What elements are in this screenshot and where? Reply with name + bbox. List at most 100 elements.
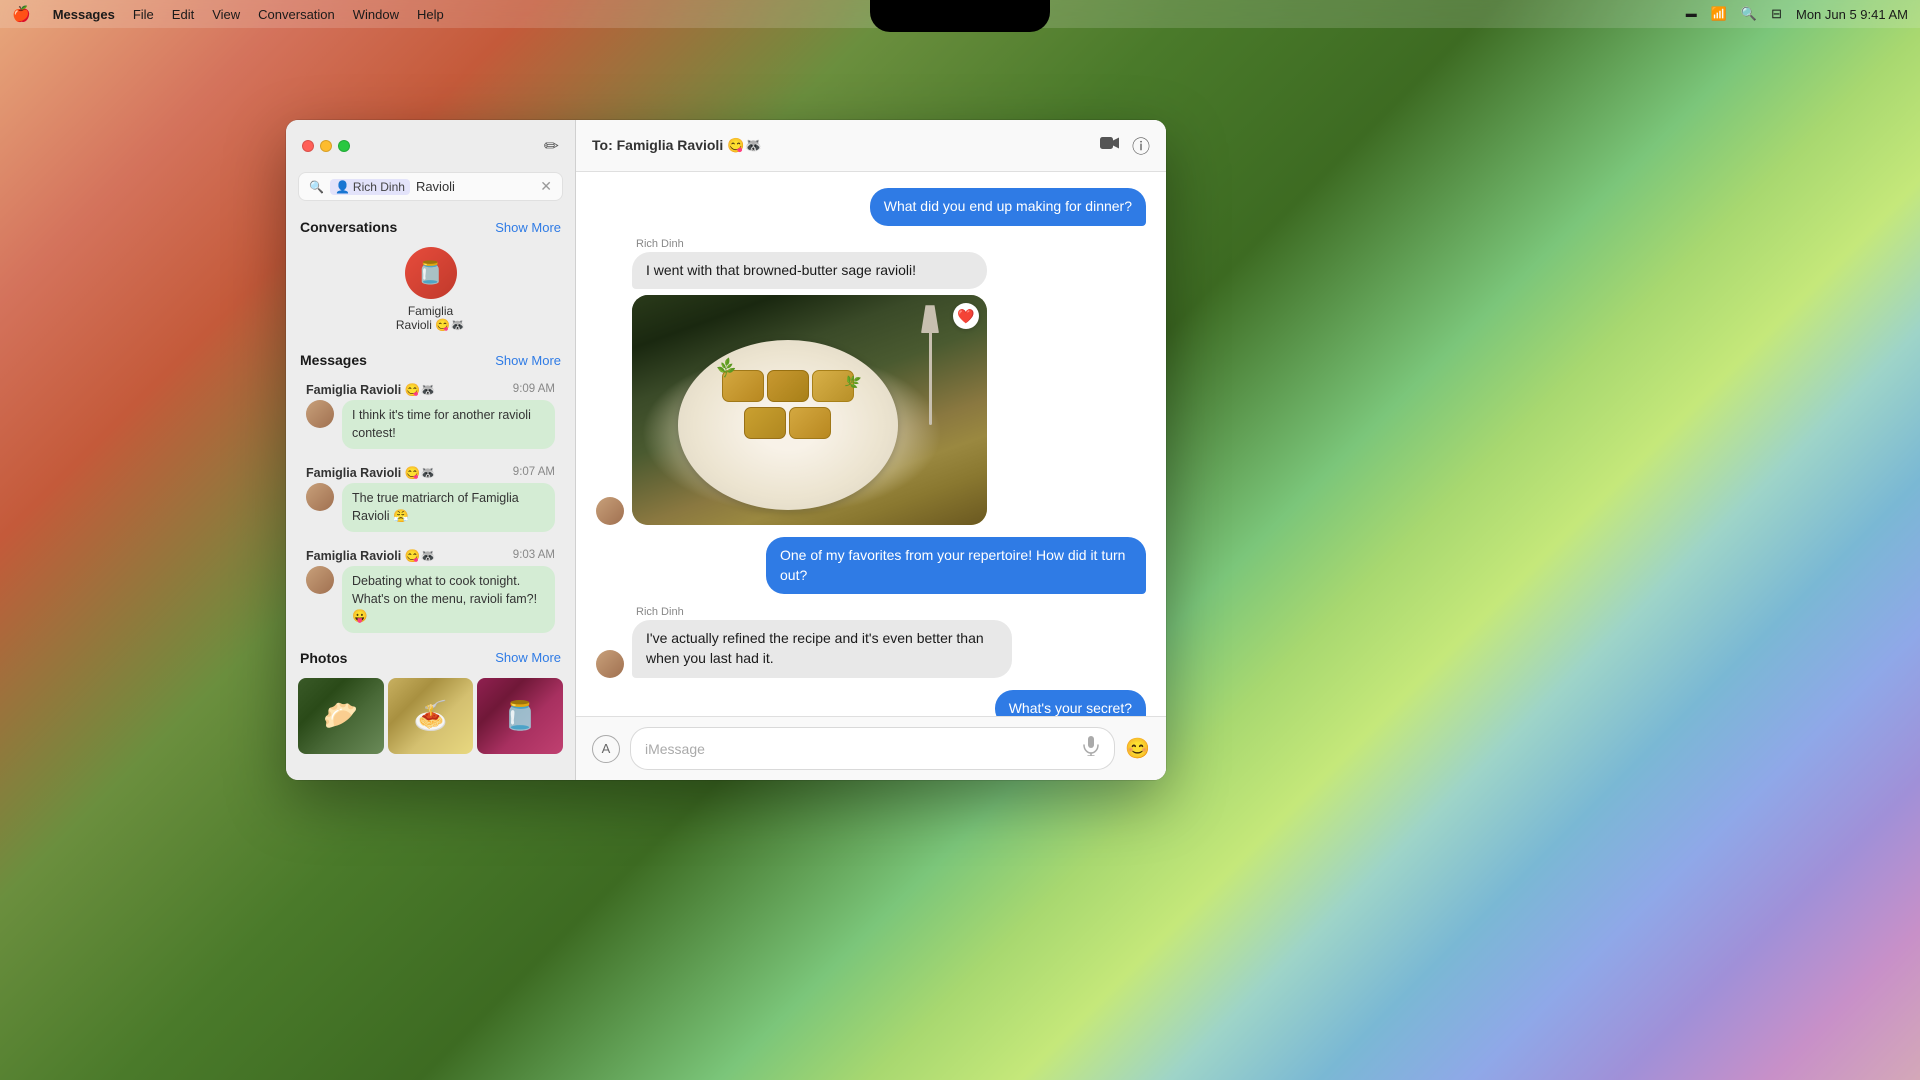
sidebar-content: Conversations Show More 🫙 Famiglia Ravio… (286, 211, 575, 780)
message-result-2-header: Famiglia Ravioli 😋🦝 9:07 AM (306, 466, 555, 481)
result-1-avatar (306, 400, 334, 428)
apps-button[interactable]: A (592, 735, 620, 763)
chat-title: To: Famiglia Ravioli 😋🦝 (592, 137, 1100, 154)
emoji-button[interactable]: 😊 (1125, 736, 1150, 761)
result-3-row: Debating what to cook tonight. What's on… (306, 566, 555, 633)
messages-show-more[interactable]: Show More (495, 353, 561, 368)
message-result-3-header: Famiglia Ravioli 😋🦝 9:03 AM (306, 549, 555, 564)
chat-header: To: Famiglia Ravioli 😋🦝 ⓘ (576, 120, 1166, 172)
conversation-famiglia[interactable]: 🫙 Famiglia Ravioli 😋🦝 (286, 241, 575, 344)
result-1-group: Famiglia Ravioli 😋🦝 (306, 383, 436, 398)
photo-thumb-1[interactable]: 🥟 (298, 678, 384, 754)
maximize-button[interactable] (338, 140, 350, 152)
message-result-1-header: Famiglia Ravioli 😋🦝 9:09 AM (306, 383, 555, 398)
apple-menu[interactable]: 🍎 (12, 5, 31, 23)
menubar-left: 🍎 Messages File Edit View Conversation W… (12, 5, 444, 23)
photo-reaction: ❤️ (953, 303, 979, 329)
recipient-name: Famiglia Ravioli 😋🦝 (617, 137, 762, 153)
sender-label-2: Rich Dinh (632, 238, 987, 250)
message-content-received-2: Rich Dinh I went with that browned-butte… (632, 238, 987, 526)
chat-header-actions: ⓘ (1100, 133, 1150, 159)
messages-area[interactable]: What did you end up making for dinner? R… (576, 172, 1166, 716)
message-row-sent-1: What did you end up making for dinner? (596, 188, 1146, 226)
photo-thumb-2[interactable]: 🍝 (388, 678, 474, 754)
message-row-received-4: Rich Dinh I've actually refined the reci… (596, 606, 1146, 677)
audio-input-button[interactable] (1082, 736, 1100, 761)
bubble-sent-3: One of my favorites from your repertoire… (766, 537, 1146, 594)
to-label: To: (592, 137, 613, 153)
result-1-row: I think it's time for another ravioli co… (306, 400, 555, 449)
sender-label-4: Rich Dinh (632, 606, 1012, 618)
sidebar: ✏ 🔍 👤 Rich Dinh Ravioli ✕ Conversation (286, 120, 576, 780)
rich-dinh-avatar-1 (596, 497, 624, 525)
menu-window[interactable]: Window (353, 7, 399, 22)
input-placeholder: iMessage (645, 741, 705, 757)
search-tag-label: Rich Dinh (353, 180, 405, 194)
photos-grid: 🥟 🍝 🫙 (286, 672, 575, 760)
conversations-show-more[interactable]: Show More (495, 220, 561, 235)
minimize-button[interactable] (320, 140, 332, 152)
plate: 🌿 🌿 (678, 340, 898, 510)
menubar-right: ▬ 📶 🔍 ⊟ Mon Jun 5 9:41 AM (1686, 6, 1908, 22)
bubble-received-4: I've actually refined the recipe and it'… (632, 620, 1012, 677)
apps-icon: A (602, 741, 611, 756)
search-tag-icon: 👤 (335, 180, 350, 194)
result-2-row: The true matriarch of Famiglia Ravioli 😤 (306, 483, 555, 532)
message-input[interactable]: iMessage (630, 727, 1115, 770)
rich-dinh-avatar-4 (596, 650, 624, 678)
photos-section-header: Photos Show More (286, 642, 575, 672)
message-result-2[interactable]: Famiglia Ravioli 😋🦝 9:07 AM The true mat… (294, 458, 567, 540)
app-name[interactable]: Messages (53, 7, 115, 22)
result-1-bubble: I think it's time for another ravioli co… (342, 400, 555, 449)
message-row-sent-5: What's your secret? (596, 690, 1146, 716)
info-button[interactable]: ⓘ (1132, 133, 1150, 159)
menu-help[interactable]: Help (417, 7, 444, 22)
datetime: Mon Jun 5 9:41 AM (1796, 7, 1908, 22)
notch (870, 0, 1050, 32)
message-content-sent-3: One of my favorites from your repertoire… (766, 537, 1146, 594)
search-bar: 🔍 👤 Rich Dinh Ravioli ✕ (286, 172, 575, 211)
bubble-sent-1: What did you end up making for dinner? (870, 188, 1146, 226)
result-1-avatar-img (306, 400, 334, 428)
menu-conversation[interactable]: Conversation (258, 7, 335, 22)
result-3-avatar (306, 566, 334, 594)
bubble-received-2: I went with that browned-butter sage rav… (632, 252, 987, 290)
message-content-sent-1: What did you end up making for dinner? (870, 188, 1146, 226)
result-2-avatar (306, 483, 334, 511)
video-call-button[interactable] (1100, 136, 1120, 155)
search-clear-button[interactable]: ✕ (540, 178, 552, 195)
messages-window: ✏ 🔍 👤 Rich Dinh Ravioli ✕ Conversation (286, 120, 1166, 780)
message-row-sent-3: One of my favorites from your repertoire… (596, 537, 1146, 594)
close-button[interactable] (302, 140, 314, 152)
search-filter-tag: 👤 Rich Dinh (330, 179, 410, 195)
result-3-time: 9:03 AM (513, 549, 555, 564)
desktop: 🍎 Messages File Edit View Conversation W… (0, 0, 1920, 1080)
menu-view[interactable]: View (212, 7, 240, 22)
message-content-received-4: Rich Dinh I've actually refined the reci… (632, 606, 1012, 677)
sidebar-titlebar: ✏ (286, 120, 575, 172)
result-3-group: Famiglia Ravioli 😋🦝 (306, 549, 436, 564)
group-avatar-icon: 🫙 (417, 260, 444, 286)
photos-show-more[interactable]: Show More (495, 650, 561, 665)
messages-section-header: Messages Show More (286, 344, 575, 374)
conversations-title: Conversations (300, 219, 397, 235)
photo-message[interactable]: 🌿 🌿 ❤️ (632, 295, 987, 525)
search-input[interactable]: Ravioli (416, 179, 534, 194)
chat-panel: To: Famiglia Ravioli 😋🦝 ⓘ (576, 120, 1166, 780)
search-input-container[interactable]: 🔍 👤 Rich Dinh Ravioli ✕ (298, 172, 563, 201)
group-name: Famiglia Ravioli 😋🦝 (396, 304, 465, 332)
group-avatar: 🫙 (405, 247, 457, 299)
control-center-icon[interactable]: ⊟ (1771, 6, 1782, 22)
photo-thumb-3[interactable]: 🫙 (477, 678, 563, 754)
compose-button[interactable]: ✏ (544, 136, 559, 157)
search-menubar-icon[interactable]: 🔍 (1741, 6, 1757, 22)
result-2-avatar-img (306, 483, 334, 511)
message-result-1[interactable]: Famiglia Ravioli 😋🦝 9:09 AM I think it's… (294, 375, 567, 457)
message-result-3[interactable]: Famiglia Ravioli 😋🦝 9:03 AM Debating wha… (294, 541, 567, 641)
menu-file[interactable]: File (133, 7, 154, 22)
search-icon: 🔍 (309, 180, 324, 194)
result-2-group: Famiglia Ravioli 😋🦝 (306, 466, 436, 481)
input-bar: A iMessage 😊 (576, 716, 1166, 780)
message-row-received-2: Rich Dinh I went with that browned-butte… (596, 238, 1146, 526)
menu-edit[interactable]: Edit (172, 7, 194, 22)
